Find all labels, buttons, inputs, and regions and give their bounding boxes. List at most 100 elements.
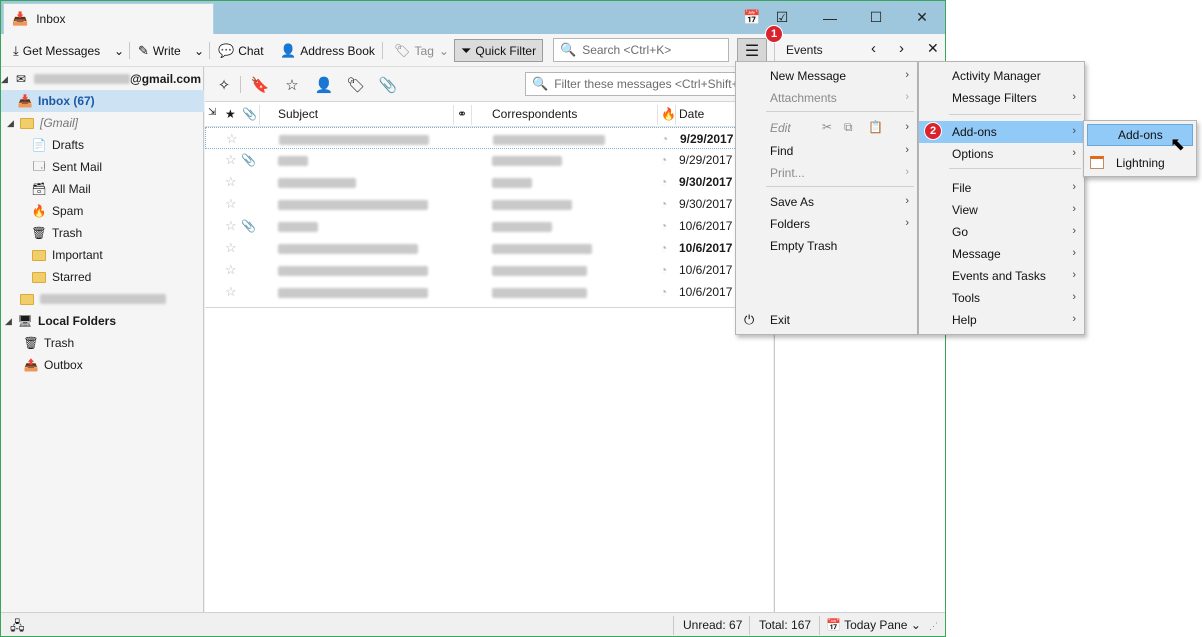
unread-filter-icon[interactable]: 🔖 — [251, 76, 270, 94]
folder-redacted[interactable] — [1, 288, 204, 310]
message-row[interactable]: ☆ 📎 ◔ 9/29/2017 — [205, 149, 773, 171]
junk-status-icon[interactable]: ◔ — [660, 219, 667, 233]
junk-status-icon[interactable]: ◔ — [660, 263, 667, 277]
folder-sent[interactable]: 🗔 Sent Mail — [1, 156, 204, 178]
menu-edit[interactable]: Edit ✂ ⧉ 📋 › — [736, 117, 917, 139]
starred-filter-icon[interactable]: ☆ — [283, 76, 301, 94]
star-toggle-icon[interactable]: ☆ — [225, 218, 237, 234]
next-day-icon[interactable]: › — [899, 40, 904, 57]
folder-gmail[interactable]: ◢ [Gmail] — [1, 112, 204, 134]
menu-empty-trash[interactable]: Empty Trash — [736, 235, 917, 257]
get-messages-dropdown[interactable]: ⌄ — [111, 39, 127, 62]
junk-column-icon[interactable]: 🔥 — [661, 107, 676, 121]
message-row[interactable]: ☆ 📎 ◔ 10/6/2017 — [205, 215, 773, 237]
chat-button[interactable]: 💬 Chat — [215, 39, 267, 62]
message-row[interactable]: ☆ ◔ 10/6/2017 — [205, 259, 773, 281]
subject-column-header[interactable]: Subject — [278, 107, 318, 121]
menu-file[interactable]: File › — [919, 177, 1084, 199]
local-folder-outbox[interactable]: 📤 Outbox — [1, 354, 204, 376]
tab-inbox[interactable]: 📥 Inbox — [3, 3, 214, 34]
menu-view[interactable]: View › — [919, 199, 1084, 221]
menu-message[interactable]: Message › — [919, 243, 1084, 265]
menu-new-message[interactable]: New Message › — [736, 65, 917, 87]
status-divider — [673, 616, 674, 635]
date-column-header[interactable]: Date — [679, 107, 704, 121]
resize-grip-icon[interactable]: ⋰ — [929, 621, 938, 632]
submenu-lightning[interactable]: Lightning — [1084, 152, 1196, 174]
menu-tools[interactable]: Tools › — [919, 287, 1084, 309]
online-status-icon[interactable]: 🖧 — [10, 617, 25, 636]
tag-filter-icon[interactable]: 🏷 — [346, 76, 365, 94]
today-pane-toggle[interactable]: 📅 Today Pane ⌄ — [826, 618, 921, 632]
message-row[interactable]: ☆ ◔ 9/30/2017 — [205, 193, 773, 215]
menu-exit[interactable]: ⏻ Exit — [736, 309, 917, 331]
chevron-right-icon: › — [1072, 247, 1076, 259]
previous-day-icon[interactable]: ‹ — [871, 40, 876, 57]
star-column-icon[interactable]: ★ — [225, 107, 236, 121]
folder-drafts[interactable]: 📄 Drafts — [1, 134, 204, 156]
maximize-button[interactable]: ☐ — [853, 1, 899, 34]
read-status-column-icon[interactable]: ⚭ — [457, 107, 467, 121]
write-dropdown[interactable]: ⌄ — [191, 39, 207, 62]
local-folders-row[interactable]: ◢ 🖥 Local Folders — [1, 310, 204, 332]
star-toggle-icon[interactable]: ☆ — [225, 240, 237, 256]
folder-starred[interactable]: Starred — [1, 266, 204, 288]
quick-filter-button[interactable]: ⏷ Quick Filter — [454, 39, 544, 62]
menu-print[interactable]: Print... › — [736, 162, 917, 184]
app-menu-button[interactable]: ☰ — [737, 38, 767, 63]
star-toggle-icon[interactable]: ☆ — [225, 284, 237, 300]
star-toggle-icon[interactable]: ☆ — [225, 262, 237, 278]
star-toggle-icon[interactable]: ☆ — [225, 152, 237, 168]
filter-messages-input[interactable]: 🔍 Filter these messages <Ctrl+Shift+K> — [525, 72, 765, 96]
chevron-down-icon: ⌄ — [910, 618, 921, 632]
write-button[interactable]: ✎ Write — [135, 39, 184, 62]
folder-trash[interactable]: 🗑 Trash — [1, 222, 204, 244]
tag-button[interactable]: 🏷 Tag ⌄ — [391, 39, 452, 62]
menu-find[interactable]: Find › — [736, 140, 917, 162]
sticky-pin-icon[interactable]: ✧ — [215, 76, 233, 94]
star-toggle-icon[interactable]: ☆ — [226, 131, 238, 147]
message-row[interactable]: ☆ ◔ 10/6/2017 — [205, 237, 773, 259]
correspondents-column-header[interactable]: Correspondents — [492, 107, 577, 121]
calendar-tab-icon[interactable]: 📅 — [743, 9, 760, 25]
junk-status-icon[interactable]: ◔ — [660, 241, 667, 255]
get-messages-button[interactable]: ⤓ Get Messages — [10, 39, 103, 62]
address-book-button[interactable]: 👤 Address Book — [277, 39, 378, 62]
minimize-button[interactable]: — — [807, 1, 853, 34]
menu-add-ons[interactable]: Add-ons › — [919, 121, 1084, 143]
star-toggle-icon[interactable]: ☆ — [225, 174, 237, 190]
folder-important[interactable]: Important — [1, 244, 204, 266]
message-row[interactable]: ☆ ◔ 9/30/2017 — [205, 171, 773, 193]
menu-options[interactable]: Options › — [919, 143, 1084, 165]
menu-folders[interactable]: Folders › — [736, 213, 917, 235]
folder-spam[interactable]: 🔥 Spam — [1, 200, 204, 222]
junk-status-icon[interactable]: ◔ — [660, 197, 667, 211]
account-row[interactable]: ◢ ✉ @gmail.com — [1, 68, 204, 90]
global-search-input[interactable]: 🔍 Search <Ctrl+K> — [553, 38, 729, 62]
junk-status-icon[interactable]: ◔ — [661, 132, 668, 146]
folder-inbox[interactable]: 📥 Inbox (67) — [1, 90, 204, 112]
junk-status-icon[interactable]: ◔ — [660, 153, 667, 167]
junk-status-icon[interactable]: ◔ — [660, 175, 667, 189]
tasks-tab-icon[interactable]: ☑ — [774, 9, 790, 25]
menu-attachments[interactable]: Attachments › — [736, 87, 917, 109]
menu-message-filters[interactable]: Message Filters › — [919, 87, 1084, 109]
menu-help[interactable]: Help › — [919, 309, 1084, 331]
close-button[interactable]: ✕ — [899, 1, 945, 34]
contact-filter-icon[interactable]: 👤 — [315, 76, 334, 94]
junk-status-icon[interactable]: ◔ — [660, 285, 667, 299]
message-row[interactable]: ☆ ◔ 10/6/2017 — [205, 281, 773, 303]
local-folder-trash[interactable]: 🗑 Trash — [1, 332, 204, 354]
thread-column-icon[interactable]: ⇲ — [208, 107, 216, 118]
menu-save-as[interactable]: Save As › — [736, 191, 917, 213]
attachment-filter-icon[interactable]: 📎 — [379, 76, 398, 94]
menu-go[interactable]: Go › — [919, 221, 1084, 243]
menu-events-tasks[interactable]: Events and Tasks › — [919, 265, 1084, 287]
folder-all-mail[interactable]: 🗃 All Mail — [1, 178, 204, 200]
close-today-pane-icon[interactable]: ✕ — [927, 40, 939, 57]
attachment-column-icon[interactable]: 📎 — [242, 107, 257, 121]
menu-activity-manager[interactable]: Activity Manager — [919, 65, 1084, 87]
chevron-right-icon: › — [905, 217, 909, 229]
star-toggle-icon[interactable]: ☆ — [225, 196, 237, 212]
message-row[interactable]: ☆ ◔ 9/29/2017 — [205, 127, 773, 149]
